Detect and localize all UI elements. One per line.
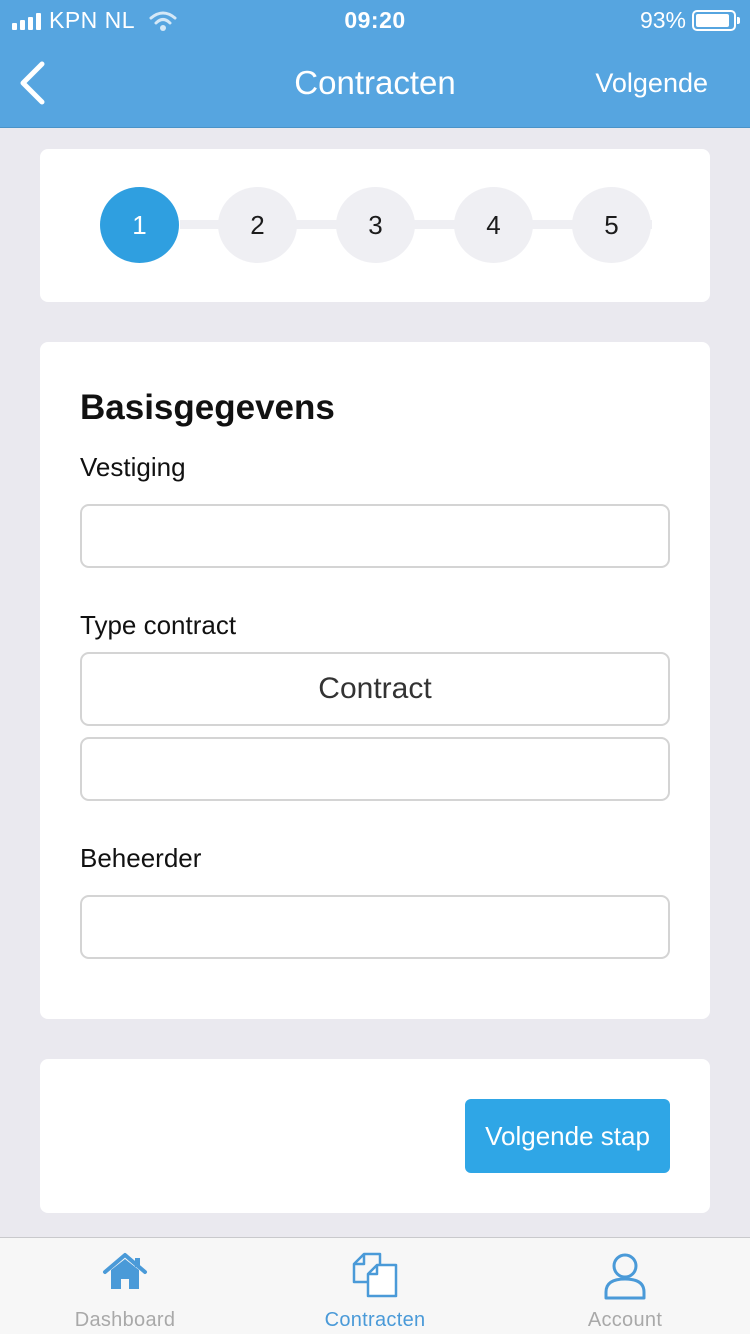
basic-info-form: Basisgegevens Vestiging Type contract Co…	[40, 342, 710, 1019]
vestiging-label: Vestiging	[80, 452, 186, 482]
tab-dashboard[interactable]: Dashboard	[0, 1238, 250, 1334]
step-3[interactable]: 3	[336, 187, 415, 263]
vestiging-input[interactable]	[80, 504, 670, 568]
navigation-bar: Contracten Volgende	[0, 40, 750, 128]
battery-icon	[692, 10, 740, 31]
step-2[interactable]: 2	[218, 187, 297, 263]
status-time: 09:20	[344, 7, 406, 33]
status-bar: KPN NL 09:20 93%	[0, 0, 750, 40]
type-contract-select[interactable]: Contract	[80, 652, 670, 726]
type-contract-extra-input[interactable]	[80, 737, 670, 801]
beheerder-input[interactable]	[80, 895, 670, 959]
stepper-card: 1 2 3 4 5	[40, 149, 710, 302]
home-icon	[103, 1253, 147, 1289]
tab-label: Contracten	[324, 1309, 426, 1331]
app-header: KPN NL 09:20 93% Contracten Volgende	[0, 0, 750, 128]
type-contract-label: Type contract	[80, 610, 237, 640]
actions-card: Volgende stap	[40, 1059, 710, 1213]
next-step-button[interactable]: Volgende stap	[465, 1099, 670, 1173]
battery-fill	[696, 14, 730, 27]
tab-account[interactable]: Account	[500, 1238, 750, 1334]
battery-status: 93%	[639, 7, 740, 34]
tab-bar: Dashboard Contracten Account	[0, 1237, 750, 1334]
step-5[interactable]: 5	[572, 187, 651, 263]
tab-contracten[interactable]: Contracten	[250, 1238, 500, 1334]
tab-label: Account	[587, 1309, 663, 1331]
step-1[interactable]: 1	[100, 187, 179, 263]
battery-percentage: 93%	[639, 7, 686, 33]
tab-label: Dashboard	[74, 1309, 176, 1331]
next-nav-button[interactable]: Volgende	[595, 68, 708, 99]
documents-icon	[352, 1252, 398, 1298]
beheerder-label: Beheerder	[80, 843, 202, 873]
form-title: Basisgegevens	[80, 388, 335, 427]
step-4[interactable]: 4	[454, 187, 533, 263]
user-icon	[604, 1253, 646, 1300]
